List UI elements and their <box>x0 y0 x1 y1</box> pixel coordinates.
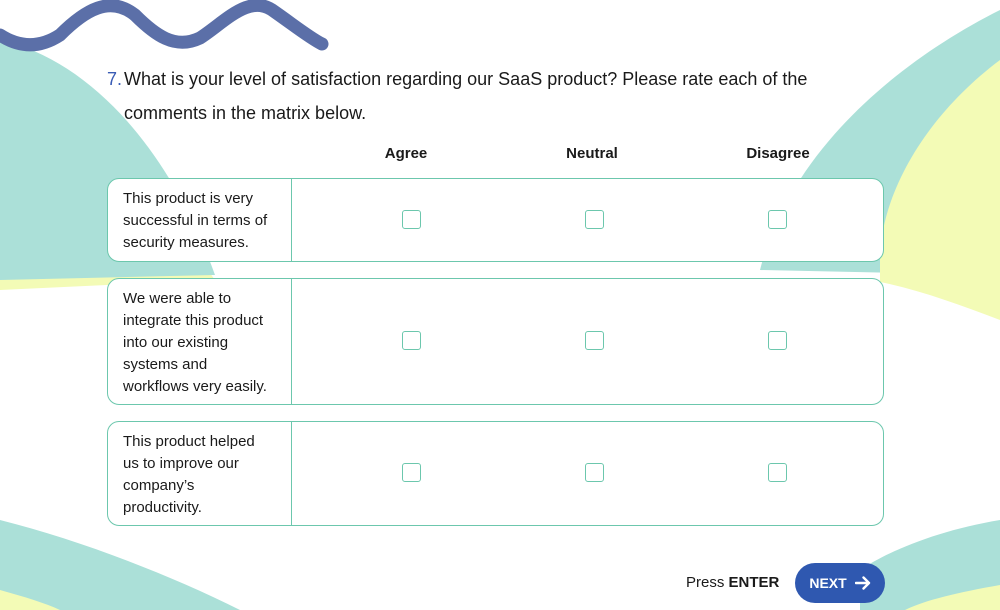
next-button-label: NEXT <box>809 575 847 591</box>
row-label: This product helped us to improve our co… <box>108 422 292 525</box>
row-label-line: integrate this product <box>123 312 264 329</box>
press-label: Press <box>686 574 725 591</box>
row-label-line: security measures. <box>123 234 249 251</box>
matrix-row: This product helped us to improve our co… <box>107 421 884 526</box>
column-header-agree: Agree <box>384 145 428 162</box>
checkbox-disagree[interactable] <box>768 210 787 229</box>
row-label-line: workflows very easily. <box>123 378 267 395</box>
matrix-row: We were able to integrate this product i… <box>107 278 884 405</box>
row-label-line: systems and <box>123 356 208 373</box>
row-label-line: us to improve our <box>123 455 239 472</box>
matrix-row: This product is very successful in terms… <box>107 178 884 262</box>
enter-key-label: ENTER <box>728 574 780 591</box>
row-label-line: This product is very <box>123 190 254 207</box>
row-label-line: company’s <box>123 477 195 494</box>
row-label-line: We were able to <box>123 290 232 307</box>
row-label-line: This product helped <box>123 433 255 450</box>
question-number: 7. <box>107 69 123 89</box>
bottom-left-teal-shape <box>0 520 240 610</box>
checkbox-neutral[interactable] <box>585 210 604 229</box>
question-text-line1: What is your level of satisfaction regar… <box>124 69 808 89</box>
row-label-line: successful in terms of <box>123 212 268 229</box>
row-label-line: productivity. <box>123 499 202 516</box>
checkbox-disagree[interactable] <box>768 331 787 350</box>
row-label: This product is very successful in terms… <box>108 179 292 261</box>
column-header-disagree: Disagree <box>746 145 810 162</box>
checkbox-neutral[interactable] <box>585 331 604 350</box>
question-text-line2: comments in the matrix below. <box>124 103 367 123</box>
question-text: 7. What is your level of satisfaction reg… <box>107 62 847 130</box>
row-label-line: into our existing <box>123 334 229 351</box>
checkbox-agree[interactable] <box>402 210 421 229</box>
checkbox-neutral[interactable] <box>585 463 604 482</box>
wave-shape <box>0 0 329 52</box>
press-enter-hint: Press ENTER <box>686 574 779 591</box>
arrow-right-icon <box>854 576 870 590</box>
checkbox-disagree[interactable] <box>768 463 787 482</box>
checkbox-agree[interactable] <box>402 331 421 350</box>
row-label: We were able to integrate this product i… <box>108 279 292 404</box>
checkbox-agree[interactable] <box>402 463 421 482</box>
column-header-neutral: Neutral <box>566 145 618 162</box>
next-button[interactable]: NEXT <box>795 563 885 603</box>
